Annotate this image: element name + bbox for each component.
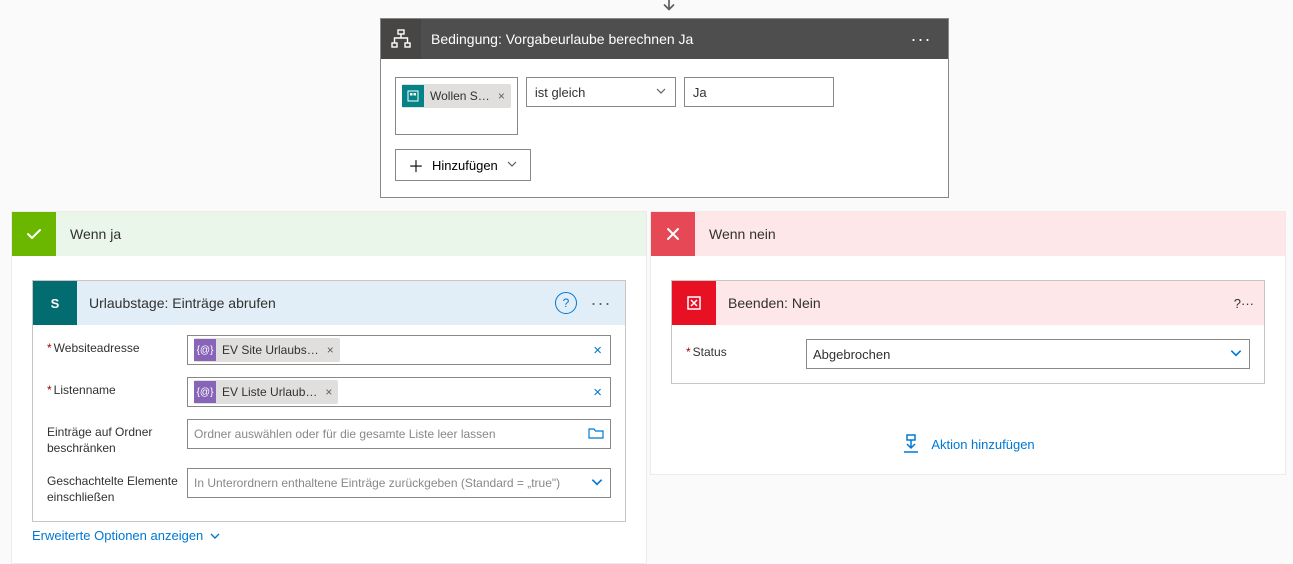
sharepoint-get-items-card: S Urlaubstage: Einträge abrufen ? ··· *W… <box>32 280 626 522</box>
token-remove[interactable]: × <box>327 343 334 357</box>
branch-no: Wenn nein Beenden: Nein ? ··· *Status Ab… <box>650 211 1286 475</box>
condition-operator-select[interactable]: ist gleich <box>526 77 676 107</box>
list-name-label: *Listenname <box>47 377 187 399</box>
branch-no-title: Wenn nein <box>709 226 776 242</box>
flow-arrow-down <box>660 0 678 17</box>
nested-placeholder: In Unterordnern enthaltene Einträge zurü… <box>194 476 560 490</box>
token-remove[interactable]: × <box>498 89 505 103</box>
condition-menu[interactable]: ··· <box>906 29 936 50</box>
condition-body: Wollen S… × ist gleich Ja ＋ Hinzufügen <box>381 59 948 197</box>
condition-title: Bedingung: Vorgabeurlaube berechnen Ja <box>431 31 906 47</box>
token-remove[interactable]: × <box>325 385 332 399</box>
sp-action-title: Urlaubstage: Einträge abrufen <box>89 295 555 311</box>
sp-action-header[interactable]: S Urlaubstage: Einträge abrufen ? ··· <box>33 281 625 325</box>
list-name-input[interactable]: {@} EV Liste Urlaub… × × <box>187 377 611 407</box>
terminate-header[interactable]: Beenden: Nein ? ··· <box>672 281 1264 325</box>
site-token[interactable]: {@} EV Site Urlaubs… × <box>194 338 340 362</box>
site-address-label: *Websiteadresse <box>47 335 187 357</box>
show-advanced-options[interactable]: Erweiterte Optionen anzeigen <box>32 528 221 543</box>
folder-limit-input[interactable]: Ordner auswählen oder für die gesamte Li… <box>187 419 611 449</box>
insert-action-icon <box>901 434 921 454</box>
folder-picker-icon[interactable] <box>588 426 604 443</box>
branch-no-header: Wenn nein <box>651 212 1285 256</box>
terminate-title: Beenden: Nein <box>728 295 1234 311</box>
nested-select[interactable]: In Unterordnern enthaltene Einträge zurü… <box>187 468 611 498</box>
status-value: Abgebrochen <box>813 347 890 362</box>
chevron-down-icon <box>1229 346 1243 363</box>
clear-field-icon[interactable]: × <box>591 342 604 359</box>
token-label: Wollen S… <box>430 89 490 103</box>
sp-action-menu[interactable]: ··· <box>587 293 615 314</box>
dynamic-token-wollen[interactable]: Wollen S… × <box>402 84 511 108</box>
folder-limit-label: Einträge auf Ordner beschränken <box>47 419 187 456</box>
chevron-down-icon <box>590 475 604 492</box>
condition-header[interactable]: Bedingung: Vorgabeurlaube berechnen Ja ·… <box>381 19 948 59</box>
chevron-down-icon <box>655 85 667 100</box>
add-condition-button[interactable]: ＋ Hinzufügen <box>395 149 531 181</box>
terminate-card: Beenden: Nein ? ··· *Status Abgebrochen <box>671 280 1265 384</box>
status-select[interactable]: Abgebrochen <box>806 339 1250 369</box>
condition-card: Bedingung: Vorgabeurlaube berechnen Ja ·… <box>380 18 949 198</box>
forms-icon <box>402 85 424 107</box>
terminate-icon <box>672 281 716 325</box>
help-icon[interactable]: ? <box>1234 296 1241 311</box>
site-address-input[interactable]: {@} EV Site Urlaubs… × × <box>187 335 611 365</box>
condition-value: Ja <box>693 85 707 100</box>
help-icon[interactable]: ? <box>555 292 577 314</box>
add-action-link[interactable]: Aktion hinzufügen <box>671 434 1265 454</box>
condition-left-operand[interactable]: Wollen S… × <box>395 77 518 135</box>
add-label: Hinzufügen <box>432 158 498 173</box>
condition-icon <box>381 19 421 59</box>
branch-yes-header: Wenn ja <box>12 212 646 256</box>
site-token-label: EV Site Urlaubs… <box>222 343 319 357</box>
clear-field-icon[interactable]: × <box>591 384 604 401</box>
branch-yes: Wenn ja S Urlaubstage: Einträge abrufen … <box>11 211 647 564</box>
check-icon <box>12 212 56 256</box>
close-icon <box>651 212 695 256</box>
nested-label: Geschachtelte Elemente einschließen <box>47 468 187 505</box>
status-label: *Status <box>686 339 806 361</box>
variable-icon: {@} <box>194 381 216 403</box>
variable-icon: {@} <box>194 339 216 361</box>
chevron-down-icon <box>209 530 221 542</box>
terminate-menu[interactable]: ··· <box>1241 296 1254 311</box>
sharepoint-icon: S <box>33 281 77 325</box>
add-action-label: Aktion hinzufügen <box>931 437 1034 452</box>
list-token[interactable]: {@} EV Liste Urlaub… × <box>194 380 338 404</box>
list-token-label: EV Liste Urlaub… <box>222 385 317 399</box>
branch-yes-title: Wenn ja <box>70 226 121 242</box>
chevron-down-icon <box>506 158 518 173</box>
plus-icon: ＋ <box>408 153 424 177</box>
condition-value-input[interactable]: Ja <box>684 77 834 107</box>
folder-placeholder: Ordner auswählen oder für die gesamte Li… <box>194 427 496 441</box>
operator-value: ist gleich <box>535 85 586 100</box>
